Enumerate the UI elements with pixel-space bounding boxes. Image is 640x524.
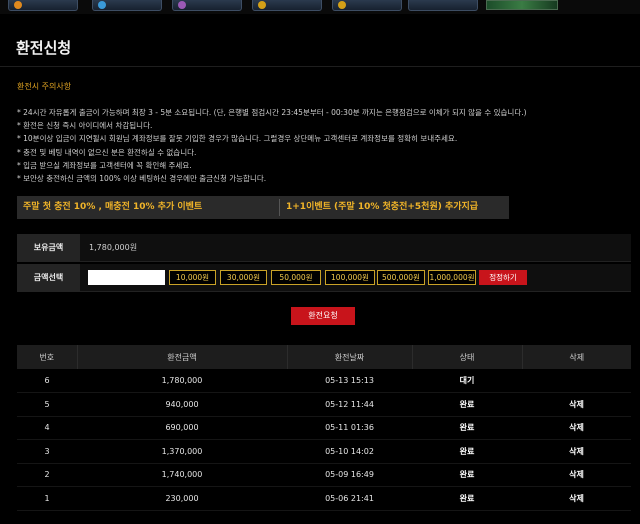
- nav-icon: [338, 1, 346, 9]
- table-row: 3 1,370,000 05-10 14:02 완료 삭제: [17, 440, 631, 464]
- notice-item: * 보안상 충전하신 금액의 100% 이상 베팅하신 경우에만 출금신청 가능…: [17, 174, 267, 184]
- row-amount: 690,000: [165, 423, 199, 433]
- delete-button[interactable]: 삭제: [569, 400, 584, 409]
- notice-item: * 충전 및 베팅 내역이 없으신 분은 환전하실 수 없습니다.: [17, 147, 197, 157]
- table-row: 1 230,000 05-06 21:41 완료 삭제: [17, 487, 631, 511]
- row-amount: 230,000: [165, 493, 199, 503]
- row-delete-cell: 삭제: [522, 440, 631, 464]
- row-number: 5: [44, 399, 50, 409]
- column-header-status: 상태: [412, 345, 523, 369]
- event-right: 1+1이벤트 (주말 10% 첫충전+5천원) 추가지급: [286, 202, 479, 212]
- page-title: 환전신청: [16, 39, 72, 57]
- nav-button-2[interactable]: [92, 0, 162, 11]
- row-number: 6: [44, 376, 50, 385]
- row-status: 완료: [459, 423, 475, 433]
- notice-item: * 10분이상 입금이 지연될시 회원님 계좌정보를 잘못 기입한 경우가 많습…: [17, 134, 458, 144]
- nav-button-6[interactable]: [408, 0, 478, 11]
- column-header-delete: 삭제: [569, 352, 585, 362]
- divider: [0, 66, 640, 67]
- delete-button[interactable]: 삭제: [569, 494, 584, 503]
- row-delete-cell: [522, 369, 631, 393]
- notice-item: * 환전은 신청 즉시 아이디에서 차감됩니다.: [17, 121, 153, 131]
- row-date: 05-11 01:36: [325, 423, 374, 433]
- row-date: 05-13 15:13: [325, 376, 374, 385]
- nav-icon: [98, 1, 106, 9]
- amount-select-row: 금액선택 10,000원 30,000원 50,000원 100,000원 50…: [17, 264, 631, 292]
- nav-icon: [258, 1, 266, 9]
- delete-button[interactable]: 삭제: [569, 447, 584, 456]
- amount-button-1000000[interactable]: 1,000,000원: [428, 270, 476, 285]
- row-number: 2: [44, 470, 50, 480]
- amount-button-100000[interactable]: 100,000원: [325, 270, 375, 285]
- top-nav: [0, 0, 640, 14]
- row-status: 대기: [459, 376, 475, 385]
- amount-input[interactable]: [88, 270, 165, 285]
- notice-item: * 입금 받으실 계좌정보를 고객센터에 꼭 확인해 주세요.: [17, 160, 192, 170]
- row-amount: 1,780,000: [161, 376, 203, 385]
- row-delete-cell: 삭제: [522, 393, 631, 417]
- amount-button-500000[interactable]: 500,000원: [377, 270, 425, 285]
- nav-icon: [178, 1, 186, 9]
- amount-select-label: 금액선택: [17, 264, 80, 292]
- nav-button-1[interactable]: [8, 0, 78, 11]
- amount-button-30000[interactable]: 30,000원: [220, 270, 267, 285]
- row-date: 05-10 14:02: [325, 446, 374, 456]
- row-date: 05-12 11:44: [325, 399, 374, 409]
- row-number: 3: [44, 446, 50, 456]
- balance-label: 보유금액: [17, 234, 80, 262]
- row-delete-cell: 삭제: [522, 416, 631, 440]
- balance-row: 보유금액 1,780,000원: [17, 234, 631, 262]
- event-banner: 주말 첫 충전 10% , 매충전 10% 추가 이벤트 1+1이벤트 (주말 …: [17, 196, 509, 219]
- table-row: 6 1,780,000 05-13 15:13 대기: [17, 369, 631, 393]
- nav-button-4[interactable]: [252, 0, 322, 11]
- delete-button[interactable]: 삭제: [569, 423, 584, 432]
- exchange-request-button[interactable]: 환전요청: [291, 307, 355, 325]
- row-amount: 1,740,000: [161, 470, 203, 480]
- nav-icon: [14, 1, 22, 9]
- column-header-amount: 환전금액: [77, 345, 288, 369]
- row-status: 완료: [459, 470, 475, 480]
- nav-button-5[interactable]: [332, 0, 402, 11]
- balance-value: 1,780,000원: [89, 243, 138, 252]
- row-delete-cell: 삭제: [522, 463, 631, 487]
- row-status: 완료: [459, 446, 475, 456]
- event-left: 주말 첫 충전 10% , 매충전 10% 추가 이벤트: [23, 202, 203, 212]
- row-number: 1: [44, 493, 50, 503]
- notice-item: * 24시간 자유롭게 출금이 가능하며 최장 3 - 5분 소요됩니다. (단…: [17, 108, 527, 117]
- exchange-history-table: 번호 환전금액 환전날짜 상태 삭제 6 1,780,000 05-13 15:…: [17, 345, 631, 511]
- nav-banner[interactable]: [486, 0, 558, 10]
- row-date: 05-09 16:49: [325, 470, 374, 480]
- row-status: 완료: [459, 399, 475, 409]
- reset-button[interactable]: 정정하기: [479, 270, 527, 285]
- row-amount: 1,370,000: [161, 446, 203, 456]
- notice-list: * 24시간 자유롭게 출금이 가능하며 최장 3 - 5분 소요됩니다. (단…: [17, 106, 527, 185]
- notice-heading: 환전시 주의사항: [17, 82, 72, 91]
- table-row: 5 940,000 05-12 11:44 완료 삭제: [17, 393, 631, 417]
- table-header-row: 번호 환전금액 환전날짜 상태 삭제: [17, 345, 631, 369]
- row-number: 4: [44, 423, 50, 433]
- nav-button-3[interactable]: [172, 0, 242, 11]
- delete-button[interactable]: 삭제: [569, 470, 584, 479]
- table-row: 2 1,740,000 05-09 16:49 완료 삭제: [17, 463, 631, 487]
- row-status: 완료: [459, 493, 475, 503]
- amount-button-10000[interactable]: 10,000원: [169, 270, 216, 285]
- row-amount: 940,000: [165, 399, 199, 409]
- table-row: 4 690,000 05-11 01:36 완료 삭제: [17, 416, 631, 440]
- column-header-number: 번호: [17, 345, 78, 369]
- row-delete-cell: 삭제: [522, 487, 631, 511]
- column-header-date: 환전날짜: [287, 345, 413, 369]
- row-date: 05-06 21:41: [325, 493, 374, 503]
- amount-button-50000[interactable]: 50,000원: [271, 270, 321, 285]
